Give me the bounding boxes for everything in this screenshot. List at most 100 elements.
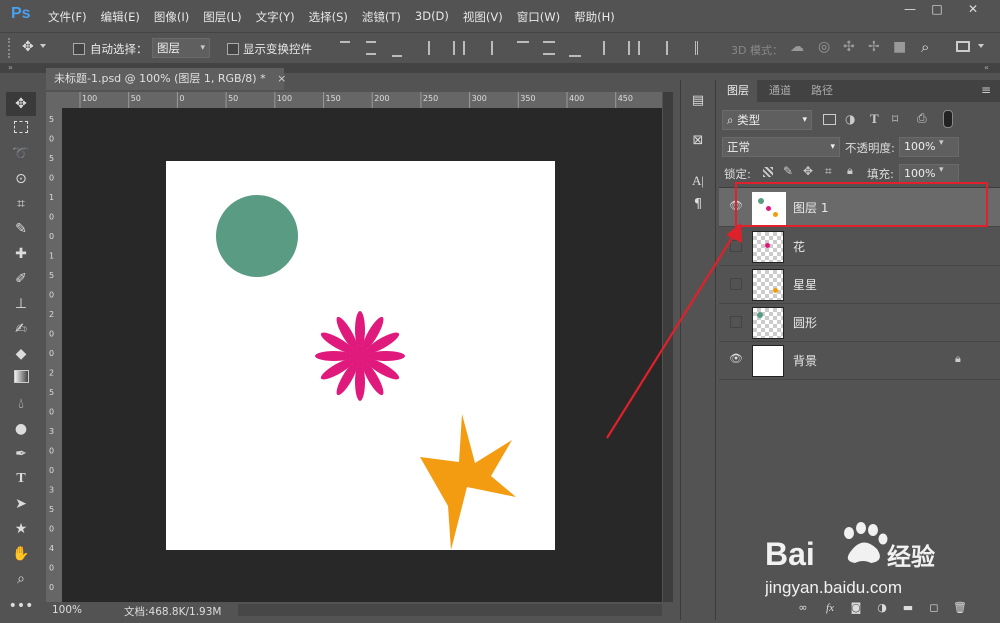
layer-thumbnail[interactable] bbox=[752, 269, 784, 301]
menu-help[interactable]: 帮助(H) bbox=[574, 9, 615, 25]
lasso-tool-icon[interactable]: ➰ bbox=[6, 142, 36, 166]
ruler-origin[interactable] bbox=[46, 92, 62, 108]
fill-input[interactable]: 100% bbox=[899, 164, 959, 184]
collapse-right-icon[interactable]: « bbox=[984, 63, 989, 73]
move-tool-icon[interactable]: ✥ bbox=[6, 92, 36, 116]
menu-3d[interactable]: 3D(D) bbox=[415, 9, 449, 25]
quick-select-tool-icon[interactable]: ⊙ bbox=[6, 167, 36, 191]
filter-type-icon[interactable]: T bbox=[870, 111, 879, 127]
distribute-vcenter-icon[interactable] bbox=[543, 41, 555, 55]
document-info[interactable]: 文档:468.8K/1.93M bbox=[124, 604, 221, 619]
layer-thumbnail[interactable] bbox=[752, 345, 784, 377]
menu-layer[interactable]: 图层(L) bbox=[203, 9, 241, 25]
layer-row-star[interactable]: 星星 bbox=[719, 265, 1000, 304]
menu-window[interactable]: 窗口(W) bbox=[517, 9, 560, 25]
lock-image-icon[interactable]: ✎ bbox=[783, 164, 793, 178]
menu-image[interactable]: 图像(I) bbox=[154, 9, 189, 25]
filter-adjustment-icon[interactable]: ◑ bbox=[845, 112, 855, 126]
panel-menu-icon[interactable]: ≡ bbox=[981, 83, 991, 97]
auto-select-checkbox[interactable] bbox=[73, 41, 85, 55]
show-transform-checkbox[interactable] bbox=[227, 41, 239, 55]
menu-select[interactable]: 选择(S) bbox=[309, 9, 348, 25]
menu-file[interactable]: 文件(F) bbox=[48, 9, 87, 25]
type-tool-icon[interactable]: T bbox=[6, 467, 36, 491]
document-tab[interactable]: 未标题-1.psd @ 100% (图层 1, RGB/8) * × bbox=[46, 68, 286, 90]
menu-type[interactable]: 文字(Y) bbox=[256, 9, 295, 25]
filter-shape-icon[interactable]: ⌑ bbox=[892, 112, 898, 126]
fill-chevron-icon[interactable]: ▾ bbox=[939, 165, 944, 175]
tab-channels[interactable]: 通道 bbox=[761, 80, 799, 102]
circle-shape[interactable] bbox=[216, 195, 298, 277]
layer-name[interactable]: 背景 bbox=[793, 352, 817, 369]
layer-row-background[interactable]: 👁︎ 背景 🔒︎ bbox=[719, 341, 1000, 380]
move-tool-icon[interactable]: ✥ bbox=[22, 39, 34, 55]
distribute-left-icon[interactable] bbox=[603, 41, 617, 55]
close-tab-icon[interactable]: × bbox=[277, 72, 286, 85]
dodge-tool-icon[interactable]: ● bbox=[6, 417, 36, 441]
align-right-icon[interactable] bbox=[479, 41, 493, 55]
more-tools-icon[interactable]: ••• bbox=[6, 594, 36, 618]
opacity-chevron-icon[interactable]: ▾ bbox=[939, 138, 944, 148]
align-bottom-icon[interactable] bbox=[392, 41, 402, 57]
auto-align-icon[interactable] bbox=[695, 41, 710, 55]
flower-shape[interactable] bbox=[315, 311, 405, 401]
search-icon[interactable]: ⌕ bbox=[921, 38, 929, 56]
3d-drag-icon[interactable]: ✣ bbox=[843, 39, 855, 55]
horizontal-scrollbar[interactable] bbox=[238, 604, 662, 616]
marquee-tool-icon[interactable] bbox=[6, 117, 36, 141]
tool-preset-chevron-icon[interactable] bbox=[40, 44, 46, 48]
group-icon[interactable]: ▬ bbox=[900, 600, 916, 616]
star-shape[interactable] bbox=[420, 414, 516, 550]
layer-name[interactable]: 花 bbox=[793, 238, 805, 255]
workspace-icon[interactable] bbox=[956, 41, 970, 52]
layer-thumbnail[interactable] bbox=[752, 231, 784, 263]
layer-thumbnail[interactable] bbox=[752, 307, 784, 339]
lock-position-icon[interactable]: ✥ bbox=[803, 164, 813, 178]
menu-view[interactable]: 视图(V) bbox=[463, 9, 503, 25]
brush-tool-icon[interactable]: ✐ bbox=[6, 267, 36, 291]
new-layer-icon[interactable]: ◻ bbox=[926, 600, 942, 616]
align-left-icon[interactable] bbox=[428, 41, 442, 55]
opacity-input[interactable]: 100% bbox=[899, 137, 959, 157]
history-brush-tool-icon[interactable]: ✍ bbox=[6, 317, 36, 341]
adjustment-icon[interactable]: ◑ bbox=[874, 600, 890, 616]
distribute-bottom-icon[interactable] bbox=[569, 41, 581, 57]
zoom-level[interactable]: 100% bbox=[52, 604, 82, 616]
workspace-chevron-icon[interactable] bbox=[978, 44, 984, 48]
layer-name[interactable]: 星星 bbox=[793, 276, 817, 293]
restore-button[interactable]: □ bbox=[922, 0, 952, 18]
filter-pixel-icon[interactable] bbox=[823, 114, 836, 125]
pen-tool-icon[interactable]: ✒ bbox=[6, 442, 36, 466]
minimize-button[interactable]: — bbox=[895, 0, 925, 18]
3d-rotate-icon[interactable]: ☁ bbox=[790, 39, 804, 55]
blend-mode-dropdown[interactable]: 正常 ▾ bbox=[722, 137, 840, 157]
hand-tool-icon[interactable]: ✋ bbox=[6, 542, 36, 566]
crop-tool-icon[interactable]: ⌗ bbox=[6, 192, 36, 216]
eyedropper-tool-icon[interactable]: ✎ bbox=[6, 217, 36, 241]
properties-panel-icon[interactable]: ⊠ bbox=[689, 132, 707, 150]
path-select-tool-icon[interactable]: ➤ bbox=[6, 492, 36, 516]
lock-artboard-icon[interactable]: ⌗ bbox=[825, 164, 832, 179]
filter-kind-dropdown[interactable]: ⌕ 类型 ▾ bbox=[722, 110, 812, 130]
align-top-icon[interactable] bbox=[340, 41, 350, 57]
3d-camera-icon[interactable]: ■ bbox=[893, 39, 906, 55]
gradient-tool-icon[interactable] bbox=[6, 367, 36, 391]
mask-icon[interactable]: ◙ bbox=[848, 600, 864, 616]
healing-brush-tool-icon[interactable]: ✚ bbox=[6, 242, 36, 266]
delete-icon[interactable]: 🗑︎ bbox=[952, 600, 968, 616]
distribute-hcenter-icon[interactable] bbox=[628, 41, 640, 55]
shape-tool-icon[interactable]: ★ bbox=[6, 517, 36, 541]
blur-tool-icon[interactable]: 💧︎ bbox=[6, 392, 36, 416]
character-panel-icon[interactable]: A| bbox=[689, 172, 707, 190]
distribute-right-icon[interactable] bbox=[654, 41, 668, 55]
auto-select-target-dropdown[interactable]: 图层 ▾ bbox=[152, 38, 210, 58]
zoom-tool-icon[interactable]: ⌕ bbox=[6, 567, 36, 591]
align-hcenter-icon[interactable] bbox=[453, 41, 465, 55]
close-window-button[interactable]: ✕ bbox=[958, 0, 988, 18]
expand-left-icon[interactable]: » bbox=[8, 63, 13, 73]
menu-filter[interactable]: 滤镜(T) bbox=[362, 9, 401, 25]
tab-paths[interactable]: 路径 bbox=[803, 80, 841, 102]
eraser-tool-icon[interactable]: ◆ bbox=[6, 342, 36, 366]
menu-edit[interactable]: 编辑(E) bbox=[101, 9, 140, 25]
options-grip[interactable] bbox=[8, 38, 16, 58]
